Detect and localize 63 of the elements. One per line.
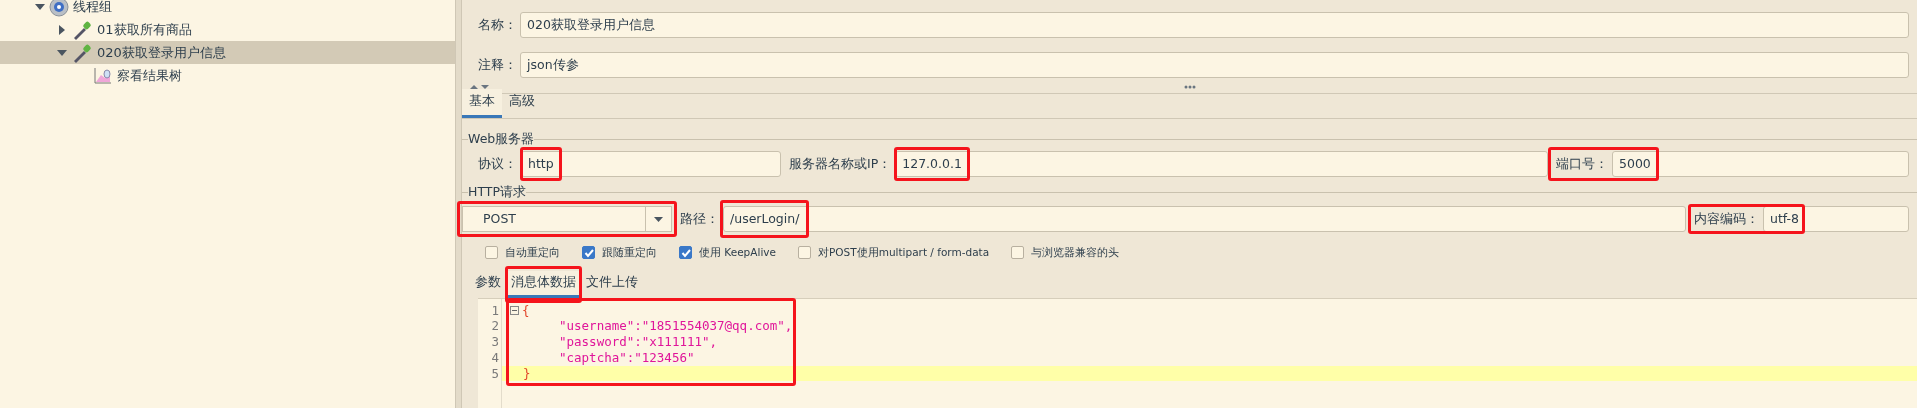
tab[interactable]: 文件上传 <box>581 270 643 298</box>
collapse-arrows-icon <box>470 83 489 90</box>
fold-icon[interactable] <box>510 305 519 315</box>
tree-item[interactable]: 020获取登录用户信息 <box>0 41 455 64</box>
line-number: 5 <box>490 365 500 382</box>
option-label[interactable]: 使用 KeepAlive <box>699 245 776 261</box>
line-number: 1 <box>490 302 500 319</box>
gear-icon <box>49 0 69 17</box>
encoding-field[interactable]: utf-8 <box>1763 206 1909 232</box>
collapse-arrow-icon[interactable] <box>57 47 67 58</box>
code-line: "captcha":"123456" <box>559 349 695 366</box>
name-field[interactable]: 020获取登录用户信息 <box>520 12 1909 38</box>
field-label: 名称： <box>478 15 512 34</box>
tab[interactable]: 参数 <box>470 270 506 298</box>
option-label[interactable]: 与浏览器兼容的头 <box>1031 245 1120 261</box>
option-label[interactable]: 跟随重定向 <box>602 245 657 261</box>
check-icon <box>583 247 594 258</box>
brace: { <box>522 302 530 319</box>
field-label: 协议： <box>478 154 517 173</box>
tab[interactable]: 消息体数据 <box>506 270 581 298</box>
check-icon <box>680 247 691 258</box>
path-field[interactable]: /userLogin/ <box>723 206 1686 232</box>
section-title: Web服务器 <box>468 129 535 148</box>
field-label: 注释： <box>478 55 512 74</box>
line-number: 4 <box>490 349 500 366</box>
checkbox[interactable] <box>679 246 692 260</box>
field-label: 端口号： <box>1556 154 1608 173</box>
checkbox[interactable] <box>485 246 498 260</box>
splitter-bar[interactable] <box>455 0 462 408</box>
field-label: 服务器名称或IP： <box>789 154 892 173</box>
server-field[interactable]: 127.0.0.1 <box>895 151 1548 177</box>
tree-item[interactable]: 察看结果树 <box>0 64 455 87</box>
tree-label: 01获取所有商品 <box>97 20 192 39</box>
drag-handle-icon <box>1183 84 1196 89</box>
tree-label: 察看结果树 <box>117 66 182 85</box>
code-editor[interactable]: 1 2 3 4 5 { "username":"1851554037@qq.com", "password":"x111111", "captcha":"123456" } <box>478 297 1917 408</box>
line-number: 2 <box>490 318 500 335</box>
expand-arrow-icon[interactable] <box>57 24 67 35</box>
checkbox[interactable] <box>1011 246 1025 260</box>
port-field[interactable]: 5000 <box>1612 151 1909 177</box>
tree-label: 020获取登录用户信息 <box>97 43 226 62</box>
checkbox[interactable] <box>798 246 811 260</box>
option-label[interactable]: 对POST使用multipart / form-data <box>818 245 990 261</box>
chart-icon <box>93 66 113 85</box>
dropdown-arrow-icon <box>654 216 663 222</box>
line-number: 3 <box>490 334 500 350</box>
tree-item[interactable]: 线程组 <box>0 0 455 18</box>
protocol-field[interactable]: http <box>521 151 781 177</box>
code-line: "password":"x111111", <box>559 334 718 350</box>
field-label: 路径： <box>680 209 719 228</box>
tree-label: 线程组 <box>73 0 112 16</box>
tree-item[interactable]: 01获取所有商品 <box>0 18 455 41</box>
code-line: "username":"1851554037@qq.com", <box>559 318 793 335</box>
option-label[interactable]: 自动重定向 <box>505 245 560 261</box>
collapse-arrow-icon[interactable] <box>35 1 45 12</box>
method-dropdown[interactable]: POST <box>462 206 672 232</box>
field-label: 内容编码： <box>1694 209 1759 228</box>
tab[interactable]: 高级 <box>502 89 542 118</box>
checkbox[interactable] <box>582 246 595 260</box>
brace: } <box>523 365 531 382</box>
section-title: HTTP请求 <box>468 182 526 201</box>
comment-field[interactable]: json传参 <box>520 52 1909 78</box>
tab[interactable]: 基本 <box>462 89 502 118</box>
